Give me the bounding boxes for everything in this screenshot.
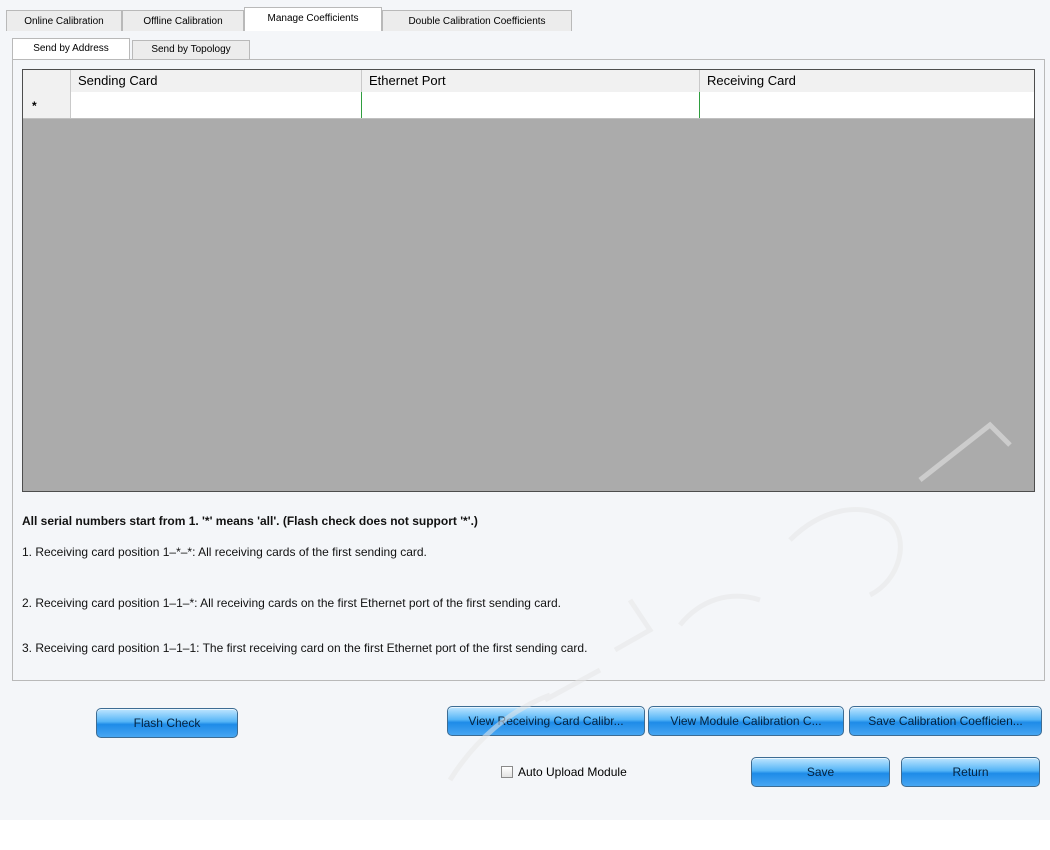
tab-online-calibration[interactable]: Online Calibration bbox=[6, 10, 122, 31]
new-row[interactable]: * bbox=[23, 92, 1034, 119]
tab-manage-coefficients[interactable]: Manage Coefficients bbox=[244, 7, 382, 31]
note-line-1: 1. Receiving card position 1–*–*: All re… bbox=[22, 545, 427, 559]
notes-heading: All serial numbers start from 1. '*' mea… bbox=[22, 514, 478, 528]
tab-send-by-topology[interactable]: Send by Topology bbox=[132, 40, 250, 60]
note-line-3: 3. Receiving card position 1–1–1: The fi… bbox=[22, 641, 588, 655]
flash-check-button[interactable]: Flash Check bbox=[96, 708, 238, 738]
note-line-2: 2. Receiving card position 1–1–*: All re… bbox=[22, 596, 561, 610]
cell-sending-card[interactable] bbox=[71, 92, 362, 118]
grid-header: Sending Card Ethernet Port Receiving Car… bbox=[23, 70, 1034, 93]
view-module-calibration-button[interactable]: View Module Calibration C... bbox=[648, 706, 844, 736]
auto-upload-module-checkbox[interactable] bbox=[501, 766, 513, 778]
save-calibration-coefficients-button[interactable]: Save Calibration Coefficien... bbox=[849, 706, 1042, 736]
row-header-column bbox=[23, 70, 71, 92]
row-header: * bbox=[23, 92, 71, 118]
save-button[interactable]: Save bbox=[751, 757, 890, 787]
new-row-marker: * bbox=[32, 99, 37, 113]
cell-ethernet-port[interactable] bbox=[362, 92, 700, 118]
column-receiving-card[interactable]: Receiving Card bbox=[700, 70, 1034, 92]
tab-double-calibration-coefficients[interactable]: Double Calibration Coefficients bbox=[382, 10, 572, 31]
address-grid[interactable]: Sending Card Ethernet Port Receiving Car… bbox=[22, 69, 1035, 492]
cell-receiving-card[interactable] bbox=[700, 92, 1034, 118]
tab-offline-calibration[interactable]: Offline Calibration bbox=[122, 10, 244, 31]
return-button[interactable]: Return bbox=[901, 757, 1040, 787]
send-by-address-panel: Sending Card Ethernet Port Receiving Car… bbox=[12, 59, 1045, 681]
column-sending-card[interactable]: Sending Card bbox=[71, 70, 362, 92]
tab-send-by-address[interactable]: Send by Address bbox=[12, 38, 130, 60]
view-receiving-card-calibration-button[interactable]: View Receiving Card Calibr... bbox=[447, 706, 645, 736]
column-ethernet-port[interactable]: Ethernet Port bbox=[362, 70, 700, 92]
auto-upload-module-label: Auto Upload Module bbox=[518, 765, 627, 779]
manage-coefficients-window: Online Calibration Offline Calibration M… bbox=[0, 0, 1050, 820]
